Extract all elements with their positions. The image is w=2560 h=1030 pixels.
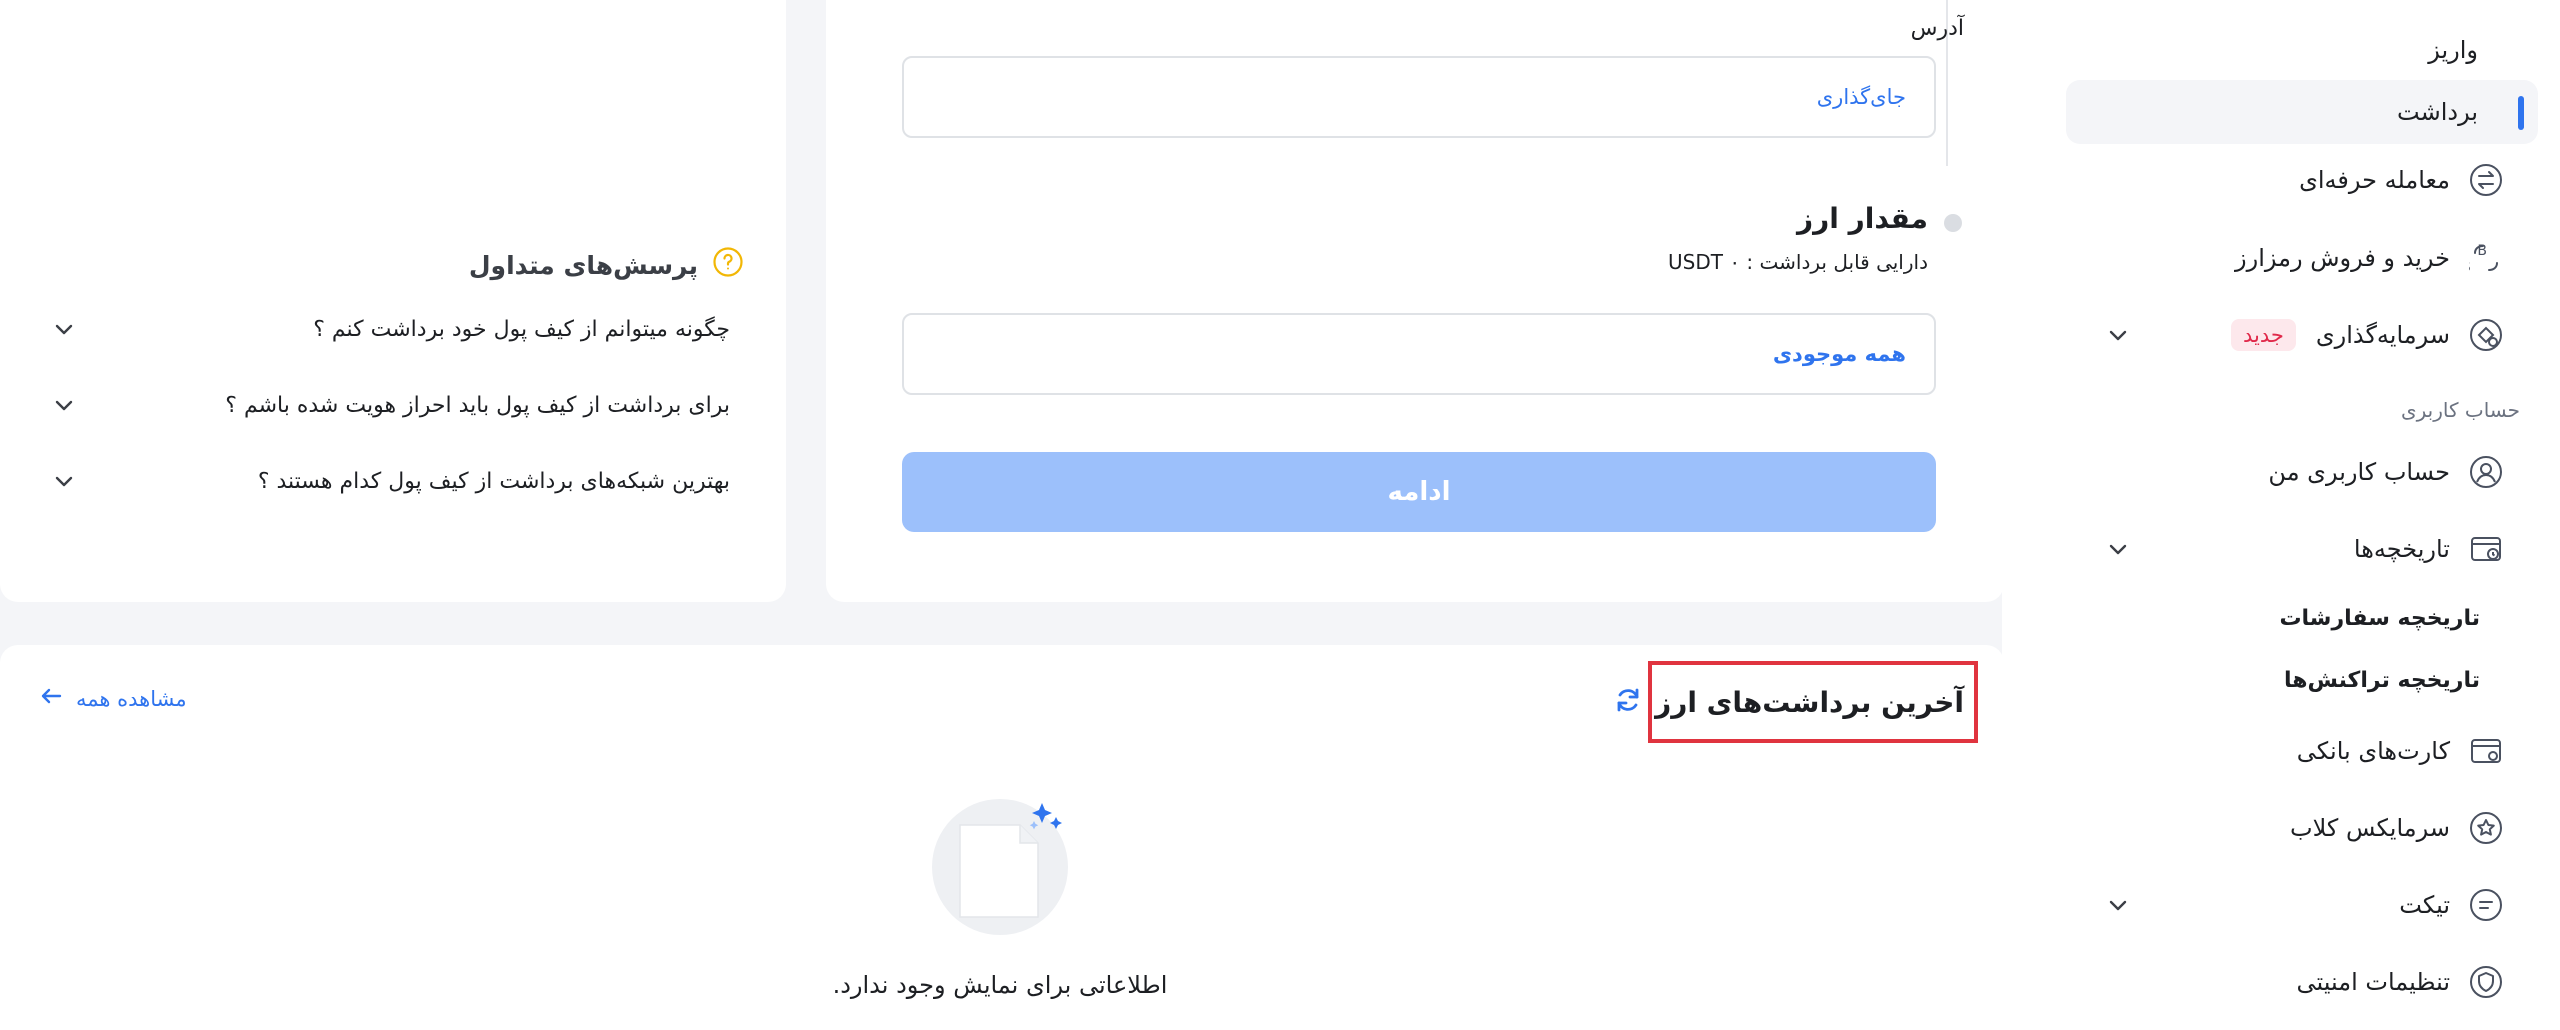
latest-withdrawals-card: آخرین برداشت‌های ارز مشاهده همه bbox=[0, 645, 2004, 1030]
sidebar-item-deposit[interactable]: واریز bbox=[2066, 18, 2538, 82]
chevron-down-icon[interactable] bbox=[2104, 321, 2132, 349]
section-title: آخرین برداشت‌های ارز bbox=[1655, 685, 1964, 719]
sidebar-item-security[interactable]: تنظیمات امنیتی bbox=[2066, 950, 2538, 1014]
sidebar-item-histories[interactable]: تاریخچه‌ها bbox=[2066, 517, 2538, 581]
withdrawable-balance: دارایی قابل برداشت : ۰ USDT bbox=[1668, 250, 1928, 274]
sidebar-item-label: سرمایکس کلاب bbox=[2289, 814, 2450, 842]
chevron-down-icon[interactable] bbox=[2104, 891, 2132, 919]
sidebar-item-pro-trade[interactable]: معامله حرفه‌ای bbox=[2066, 148, 2538, 212]
empty-document-icon bbox=[930, 795, 1070, 937]
faq-title: پرسش‌های متداول bbox=[468, 250, 698, 280]
sidebar-item-label: برداشت bbox=[2397, 98, 2478, 126]
user-icon bbox=[2468, 454, 2504, 490]
star-badge-icon bbox=[2468, 810, 2504, 846]
buy-sell-crypto-icon: $ B bbox=[2468, 240, 2504, 276]
continue-button[interactable]: ادامه bbox=[902, 452, 1936, 532]
sidebar-item-label: تاریخچه تراکنش‌ها bbox=[2283, 667, 2480, 693]
svg-text:$: $ bbox=[2469, 259, 2471, 275]
sidebar-item-bank-cards[interactable]: کارت‌های بانکی bbox=[2066, 719, 2538, 783]
sidebar-item-label: تاریخچه سفارشات bbox=[2279, 605, 2480, 631]
faq-question-text: بهترین شبکه‌های برداشت از کیف پول کدام ه… bbox=[257, 468, 730, 494]
chevron-down-icon bbox=[50, 467, 78, 495]
amount-title: مقدار ارز bbox=[1797, 202, 1928, 235]
sidebar-item-order-history[interactable]: تاریخچه سفارشات bbox=[2066, 586, 2538, 650]
sidebar-item-label: خرید و فروش رمزارز bbox=[2235, 244, 2450, 272]
withdraw-form-card: آدرس جای‌گذاری مقدار ارز دارایی قابل برد… bbox=[826, 0, 2004, 602]
arrow-left-icon bbox=[38, 683, 64, 714]
sidebar-item-investment[interactable]: سرمایه‌گذاری جدید bbox=[2066, 303, 2538, 367]
sidebar-item-label: کارت‌های بانکی bbox=[2296, 737, 2450, 765]
see-all-label: مشاهده همه bbox=[76, 686, 187, 711]
sidebar-item-club[interactable]: سرمایکس کلاب bbox=[2066, 796, 2538, 860]
exchange-arrows-icon bbox=[2468, 162, 2504, 198]
step-dot bbox=[1944, 214, 1962, 232]
faq-card: پرسش‌های متداول چگونه میتوانم از کیف پول… bbox=[0, 0, 786, 602]
amount-input[interactable]: همه موجودی bbox=[902, 313, 1936, 395]
chat-ticket-icon bbox=[2468, 887, 2504, 923]
see-all-link[interactable]: مشاهده همه bbox=[38, 683, 187, 714]
sidebar-item-label: حساب کاربری من bbox=[2268, 458, 2450, 486]
chevron-down-icon bbox=[50, 315, 78, 343]
sidebar-item-label: تاریخچه‌ها bbox=[2353, 535, 2450, 563]
sidebar-item-my-account[interactable]: حساب کاربری من bbox=[2066, 440, 2538, 504]
shield-icon bbox=[2468, 964, 2504, 1000]
bank-card-icon bbox=[2468, 733, 2504, 769]
sidebar-item-buy-sell[interactable]: $ B خرید و فروش رمزارز bbox=[2066, 226, 2538, 290]
history-card-icon bbox=[2468, 531, 2504, 567]
faq-question[interactable]: برای برداشت از کیف پول باید احراز هویت ش… bbox=[50, 380, 730, 430]
active-indicator bbox=[2518, 96, 2524, 130]
latest-withdrawals-header: آخرین برداشت‌های ارز bbox=[1617, 661, 1978, 743]
sidebar-item-ticket[interactable]: تیکت bbox=[2066, 873, 2538, 937]
chevron-down-icon bbox=[50, 391, 78, 419]
paste-button[interactable]: جای‌گذاری bbox=[1817, 85, 1906, 109]
sidebar-item-label: معامله حرفه‌ای bbox=[2299, 166, 2450, 194]
sidebar: واریز برداشت معامله حرفه‌ای $ B bbox=[2002, 0, 2560, 1030]
sidebar-item-label: سرمایه‌گذاری bbox=[2315, 321, 2450, 349]
sidebar-item-label: تیکت bbox=[2399, 891, 2450, 919]
sidebar-item-label: تنظیمات امنیتی bbox=[2296, 968, 2450, 996]
new-badge: جدید bbox=[2230, 319, 2296, 351]
empty-state-text: اطلاعاتی برای نمایش وجود ندارد. bbox=[832, 971, 1168, 999]
all-balance-button[interactable]: همه موجودی bbox=[1773, 342, 1906, 366]
question-circle-icon bbox=[712, 246, 744, 284]
sidebar-item-label: واریز bbox=[2428, 36, 2478, 64]
section-label-account: حساب کاربری bbox=[2400, 398, 2520, 422]
faq-question[interactable]: چگونه میتوانم از کیف پول خود برداشت کنم … bbox=[50, 304, 730, 354]
address-input[interactable]: جای‌گذاری bbox=[902, 56, 1936, 138]
faq-question-text: چگونه میتوانم از کیف پول خود برداشت کنم … bbox=[313, 316, 730, 342]
address-label: آدرس bbox=[1910, 16, 1964, 41]
sidebar-item-transaction-history[interactable]: تاریخچه تراکنش‌ها bbox=[2066, 648, 2538, 712]
chevron-down-icon[interactable] bbox=[2104, 535, 2132, 563]
investment-icon bbox=[2468, 317, 2504, 353]
sidebar-item-withdraw[interactable]: برداشت bbox=[2066, 80, 2538, 144]
faq-question[interactable]: بهترین شبکه‌های برداشت از کیف پول کدام ه… bbox=[50, 456, 730, 506]
faq-header: پرسش‌های متداول bbox=[469, 246, 744, 284]
refresh-icon[interactable] bbox=[1613, 685, 1643, 719]
faq-question-text: برای برداشت از کیف پول باید احراز هویت ش… bbox=[225, 392, 730, 418]
